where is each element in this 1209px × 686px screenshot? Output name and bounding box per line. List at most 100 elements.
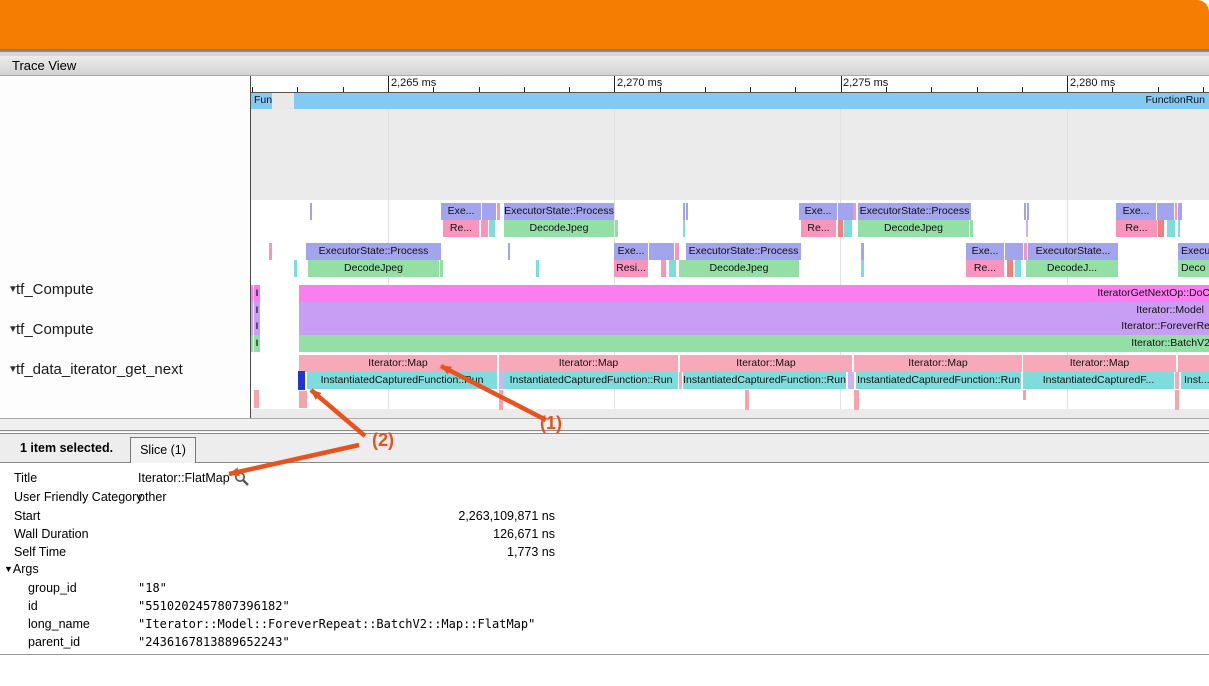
trace-slice[interactable]: [1007, 260, 1013, 277]
selected-slice[interactable]: [298, 371, 305, 390]
trace-slice[interactable]: [1024, 243, 1027, 260]
trace-slice[interactable]: Fun: [251, 92, 272, 109]
trace-slice[interactable]: [861, 260, 864, 277]
trace-slice[interactable]: I: [254, 302, 260, 319]
trace-slice[interactable]: [251, 335, 253, 352]
trace-slice[interactable]: [1167, 220, 1175, 237]
trace-slice[interactable]: [1026, 220, 1028, 237]
trace-slice[interactable]: [1175, 390, 1179, 410]
trace-slice[interactable]: [1178, 355, 1209, 372]
trace-slice[interactable]: [1175, 203, 1177, 220]
trace-slice[interactable]: Exe...: [799, 203, 837, 220]
trace-slice[interactable]: [251, 319, 253, 335]
trace-slice[interactable]: [1158, 220, 1164, 237]
trace-slice[interactable]: Iterator::Map: [1023, 355, 1176, 372]
collapse-icon[interactable]: ▼: [0, 320, 16, 339]
trace-slice[interactable]: [686, 203, 688, 220]
trace-slice[interactable]: [1157, 203, 1174, 220]
trace-slice[interactable]: Exe...: [441, 203, 481, 220]
trace-slice[interactable]: [1175, 372, 1179, 389]
trace-slice[interactable]: IteratorGetNextOp::DoC: [299, 285, 1209, 302]
trace-slice[interactable]: ExecutorState::Process: [504, 203, 614, 220]
trace-slice[interactable]: Iterator::Map: [680, 355, 852, 372]
trace-slice[interactable]: Deco: [1178, 260, 1209, 277]
trace-slice[interactable]: InstantiatedCapturedF...: [1023, 372, 1174, 389]
trace-slice[interactable]: [440, 260, 443, 277]
trace-slice[interactable]: Re...: [443, 220, 479, 237]
trace-slice[interactable]: I: [254, 335, 260, 352]
timeline-ruler[interactable]: 2,265 ms2,270 ms2,275 ms2,280 ms: [251, 76, 1209, 93]
trace-slice[interactable]: [679, 372, 682, 389]
trace-slice[interactable]: [1005, 243, 1023, 260]
trace-slice[interactable]: ExecutorState...: [1028, 243, 1118, 260]
trace-slice[interactable]: InstantiatedCapturedFunction::Run: [504, 372, 678, 389]
trace-slice[interactable]: [745, 390, 749, 410]
trace-slice[interactable]: [838, 203, 853, 220]
trace-slice[interactable]: [844, 220, 852, 237]
trace-slice[interactable]: DecodeJpeg: [679, 260, 799, 277]
trace-slice[interactable]: Iterator::Map: [299, 355, 497, 372]
timeline-canvas[interactable]: 2,265 ms2,270 ms2,275 ms2,280 ms Fun Func…: [250, 76, 1209, 418]
collapse-icon[interactable]: ▼: [0, 280, 16, 299]
trace-slice[interactable]: Exe...: [1116, 203, 1156, 220]
trace-slice[interactable]: [1015, 260, 1021, 277]
trace-slice[interactable]: [251, 302, 253, 319]
trace-slice[interactable]: Re...: [801, 220, 836, 237]
trace-slice[interactable]: [254, 390, 259, 408]
trace-slice[interactable]: Exe...: [966, 243, 1004, 260]
trace-slice[interactable]: Inst...: [1181, 372, 1209, 389]
trace-slice[interactable]: [310, 203, 312, 220]
trace-slice[interactable]: I: [254, 285, 260, 302]
trace-slice[interactable]: [970, 220, 973, 237]
trace-slice[interactable]: [649, 243, 674, 260]
trace-slice[interactable]: [661, 260, 666, 277]
trace-slice[interactable]: FunctionRun: [294, 92, 1209, 109]
trace-slice[interactable]: [1027, 203, 1029, 220]
collapse-icon[interactable]: ▼: [0, 360, 16, 379]
trace-slice[interactable]: InstantiatedCapturedFunction::Run: [307, 372, 497, 389]
search-icon[interactable]: [234, 471, 250, 487]
track-group-1[interactable]: ▼tf_Compute: [0, 280, 94, 299]
trace-slice[interactable]: [489, 220, 495, 237]
trace-slice[interactable]: [508, 243, 510, 260]
track-group-3[interactable]: ▼tf_data_iterator_get_next: [0, 360, 183, 379]
trace-slice[interactable]: [675, 243, 679, 260]
args-header[interactable]: ▼Args: [4, 561, 304, 578]
trace-slice[interactable]: [536, 260, 539, 277]
trace-slice[interactable]: [1023, 390, 1026, 400]
trace-slice[interactable]: InstantiatedCapturedFunction::Run: [856, 372, 1021, 389]
trace-slice[interactable]: [615, 220, 618, 237]
collapse-icon[interactable]: ▼: [4, 564, 13, 574]
trace-slice[interactable]: Resi...: [614, 260, 648, 277]
trace-slice[interactable]: DecodeJpeg: [858, 220, 969, 237]
trace-slice[interactable]: ExecutorState::Process: [686, 243, 801, 260]
trace-slice[interactable]: Iterator::BatchV2: [299, 335, 1209, 352]
trace-slice[interactable]: ExecutorState::Process: [858, 203, 971, 220]
trace-slice[interactable]: InstantiatedCapturedFunction::Run: [683, 372, 846, 389]
trace-slice[interactable]: [683, 220, 685, 237]
trace-slice[interactable]: [497, 203, 500, 220]
trace-slice[interactable]: DecodeJ...: [1026, 260, 1118, 277]
trace-slice[interactable]: [1024, 203, 1026, 220]
track-group-2[interactable]: ▼tf_Compute: [0, 320, 94, 339]
trace-slice[interactable]: [1178, 203, 1182, 220]
panel-splitter[interactable]: [0, 418, 1209, 434]
trace-slice[interactable]: Iterator::ForeverRe: [299, 319, 1209, 335]
trace-slice[interactable]: Iterator::Map: [499, 355, 678, 372]
trace-slice[interactable]: Iterator::Map: [854, 355, 1022, 372]
trace-slice[interactable]: [481, 220, 488, 237]
trace-slice[interactable]: Execu: [1178, 243, 1209, 260]
trace-slice[interactable]: Iterator::Model: [299, 302, 1209, 319]
trace-slice[interactable]: [294, 260, 297, 277]
trace-slice[interactable]: [683, 203, 685, 220]
trace-slice[interactable]: [669, 260, 676, 277]
tab-slice[interactable]: Slice (1): [130, 437, 196, 463]
trace-slice[interactable]: DecodeJpeg: [308, 260, 439, 277]
trace-slice[interactable]: [251, 285, 253, 302]
trace-slice[interactable]: DecodeJpeg: [504, 220, 614, 237]
trace-slice[interactable]: [499, 390, 503, 410]
trace-slice[interactable]: [1178, 220, 1180, 237]
trace-slice[interactable]: [848, 372, 854, 389]
trace-slice[interactable]: [861, 243, 864, 260]
trace-slice[interactable]: [853, 203, 856, 220]
